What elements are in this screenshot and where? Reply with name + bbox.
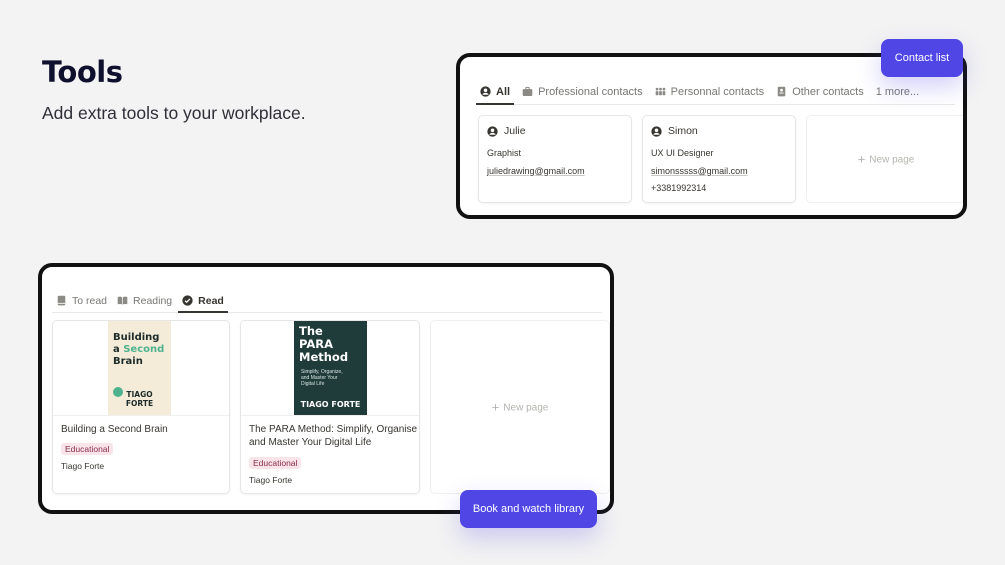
contact-card-julie[interactable]: Julie Graphist juliedrawing@gmail.com <box>478 115 632 203</box>
user-circle-icon <box>487 125 498 137</box>
user-circle-icon <box>480 86 491 97</box>
contact-role: Graphist <box>487 148 522 158</box>
book-title: Building a Second Brain <box>61 424 168 435</box>
new-contact-card[interactable]: + New page <box>806 115 963 203</box>
tab-personnal-contacts[interactable]: Personnal contacts <box>651 79 769 104</box>
contact-email[interactable]: juliedrawing@gmail.com <box>487 166 585 176</box>
book-card-building-a-second-brain[interactable]: ​ Building a Second Brain TIAGO FORTE Bu… <box>52 320 230 494</box>
plus-icon: + <box>491 399 500 415</box>
tag-educational: Educational <box>61 443 114 455</box>
tab-read[interactable]: Read <box>178 289 228 313</box>
book-title-line-2: and Master Your Digital Life <box>249 437 372 448</box>
book-title-line-1: The PARA Method: Simplify, Organise <box>249 424 418 435</box>
contact-name: Julie <box>504 125 526 137</box>
group-icon <box>655 87 665 96</box>
tag-educational: Educational <box>249 457 302 469</box>
tab-to-read-label: To read <box>72 294 108 307</box>
tab-other-contacts[interactable]: Other contacts <box>772 79 868 104</box>
book-card-para-method[interactable]: The PARA Method Simplify, Organize, and … <box>240 320 420 494</box>
plus-icon: + <box>857 151 866 167</box>
briefcase-icon <box>522 86 533 96</box>
book-library-badge: Book and watch library <box>460 490 597 528</box>
contact-name: Simon <box>668 125 698 137</box>
tab-all-label: All <box>496 85 511 98</box>
contact-card-simon[interactable]: Simon UX UI Designer simonsssss@gmail.co… <box>642 115 796 203</box>
contact-phone[interactable]: +3381992314 <box>651 183 706 193</box>
contact-email[interactable]: simonsssss@gmail.com <box>651 166 748 176</box>
more-tabs-link[interactable]: 1 more... <box>872 86 923 98</box>
user-circle-icon <box>651 125 662 137</box>
tab-all[interactable]: All <box>476 79 515 105</box>
book-library-window: To read Reading Read ​ Building a Second… <box>38 263 614 514</box>
open-book-icon <box>117 296 128 305</box>
tab-other-label: Other contacts <box>792 85 864 98</box>
book-tabs: To read Reading Read <box>52 289 602 313</box>
tab-professional-contacts[interactable]: Professional contacts <box>518 79 647 104</box>
contact-tabs: All Professional contacts Personnal cont… <box>476 79 955 105</box>
tab-professional-label: Professional contacts <box>538 85 643 98</box>
tab-personnal-label: Personnal contacts <box>670 85 765 98</box>
page-subtitle: Add extra tools to your workplace. <box>42 103 306 123</box>
new-book-card[interactable]: + New page <box>430 320 610 494</box>
new-page-label: New page <box>869 154 915 166</box>
check-circle-icon <box>182 295 193 306</box>
contact-book-icon <box>777 86 786 97</box>
book-author: Tiago Forte <box>61 461 105 471</box>
contact-role: UX UI Designer <box>651 148 714 158</box>
page-title: Tools <box>42 55 123 89</box>
contact-list-badge: Contact list <box>881 39 963 77</box>
contact-list-window: All Professional contacts Personnal cont… <box>456 53 967 219</box>
tab-reading[interactable]: Reading <box>113 289 176 312</box>
tab-read-label: Read <box>198 294 224 307</box>
tab-to-read[interactable]: To read <box>52 289 111 312</box>
new-page-label: New page <box>503 402 549 414</box>
book-cover: The PARA Method Simplify, Organize, and … <box>294 321 367 415</box>
book-author: Tiago Forte <box>249 475 293 485</box>
book-cover: ​ Building a Second Brain TIAGO FORTE <box>108 321 171 415</box>
tab-reading-label: Reading <box>133 294 173 307</box>
book-icon <box>57 295 66 306</box>
